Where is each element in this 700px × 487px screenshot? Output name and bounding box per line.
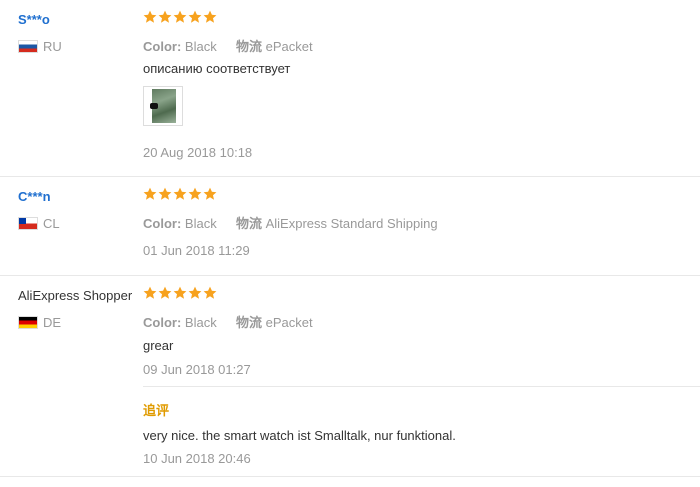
flag-de-icon xyxy=(18,316,38,329)
flag-ru-icon xyxy=(18,40,38,53)
review-text: grear xyxy=(143,338,174,353)
star-icon xyxy=(173,187,187,200)
star-icon xyxy=(158,286,172,299)
star-icon xyxy=(173,286,187,299)
additional-review-date: 10 Jun 2018 20:46 xyxy=(143,451,251,466)
star-icon xyxy=(188,286,202,299)
color-value: Black xyxy=(184,39,217,54)
review-item: C***n CL Color: Black 物流 AliExpress Stan… xyxy=(0,177,700,276)
color-label: Color: xyxy=(143,216,182,231)
reviewer-country: RU xyxy=(18,39,62,54)
rating-stars xyxy=(143,10,217,24)
color-value: Black xyxy=(184,315,217,330)
review-item: S***o RU Color: Black 物流 ePacket описани… xyxy=(0,0,700,177)
star-icon xyxy=(188,187,202,200)
review-attributes: Color: Black 物流 AliExpress Standard Ship… xyxy=(143,213,438,232)
country-code: DE xyxy=(43,315,62,330)
color-label: Color: xyxy=(143,315,182,330)
review-attributes: Color: Black 物流 ePacket xyxy=(143,36,313,55)
star-icon xyxy=(188,10,202,23)
shipping-value: AliExpress Standard Shipping xyxy=(265,216,438,231)
reviewer-name[interactable]: C***n xyxy=(18,189,51,204)
review-date: 09 Jun 2018 01:27 xyxy=(143,362,251,377)
rating-stars xyxy=(143,187,217,201)
shipping-label: 物流 xyxy=(235,216,262,231)
shipping-value: ePacket xyxy=(265,39,313,54)
rating-stars xyxy=(143,286,217,300)
country-code: CL xyxy=(43,216,60,231)
star-icon xyxy=(143,10,157,23)
reviewer-name[interactable]: S***o xyxy=(18,12,50,27)
review-photo[interactable] xyxy=(143,86,183,126)
shipping-label: 物流 xyxy=(235,315,262,330)
color-label: Color: xyxy=(143,39,182,54)
color-value: Black xyxy=(184,216,217,231)
star-icon xyxy=(158,10,172,23)
review-attributes: Color: Black 物流 ePacket xyxy=(143,312,313,331)
additional-review-text: very nice. the smart watch ist Smalltalk… xyxy=(143,428,456,443)
star-icon xyxy=(143,187,157,200)
star-icon xyxy=(143,286,157,299)
country-code: RU xyxy=(43,39,62,54)
review-date: 01 Jun 2018 11:29 xyxy=(143,243,250,258)
additional-review-label: 追评 xyxy=(143,403,170,418)
reviewer-country: DE xyxy=(18,315,61,330)
star-icon xyxy=(203,10,217,23)
additional-divider xyxy=(143,386,700,387)
watch-shape xyxy=(150,103,158,109)
shipping-label: 物流 xyxy=(235,39,262,54)
review-date: 20 Aug 2018 10:18 xyxy=(143,145,253,160)
star-icon xyxy=(158,187,172,200)
star-icon xyxy=(173,10,187,23)
reviewer-country: CL xyxy=(18,216,60,231)
star-icon xyxy=(203,187,217,200)
review-item: AliExpress Shopper DE Color: Black 物流 eP… xyxy=(0,276,700,477)
review-text: описанию соответствует xyxy=(143,61,291,76)
reviewer-name: AliExpress Shopper xyxy=(18,288,133,303)
flag-cl-icon xyxy=(18,217,38,230)
shipping-value: ePacket xyxy=(265,315,313,330)
star-icon xyxy=(203,286,217,299)
